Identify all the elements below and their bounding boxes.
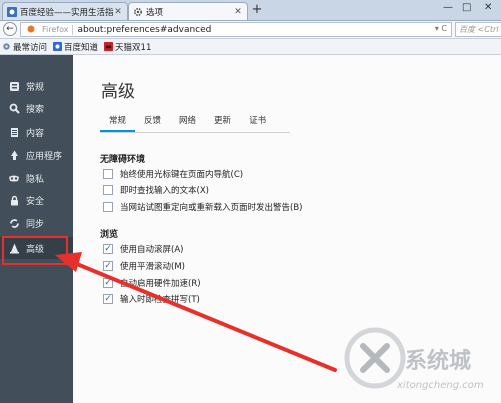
tab-close-icon[interactable]: ✕ xyxy=(233,7,243,17)
sidebar-item-security[interactable]: 安全 xyxy=(0,189,73,211)
checkbox-checked[interactable]: ✓ xyxy=(103,278,113,288)
url-prefix: Firefox xyxy=(42,25,69,34)
minimize-icon[interactable]: — xyxy=(443,2,453,13)
tab-close-icon[interactable]: ✕ xyxy=(113,7,123,17)
checkbox[interactable] xyxy=(103,185,113,195)
sidebar-item-label: 安全 xyxy=(26,196,45,207)
navigation-bar: ← Firefox about:preferences#advanced ▾ C… xyxy=(0,21,501,39)
tab-certificates[interactable]: 证书 xyxy=(240,111,275,132)
tab-general[interactable]: 常规 xyxy=(100,111,136,132)
url-text[interactable]: about:preferences#advanced xyxy=(77,25,211,35)
bookmark-label: 百度知道 xyxy=(64,42,99,53)
tab-feedback[interactable]: 反馈 xyxy=(135,111,170,132)
option-label: 自动启用硬件加速(R) xyxy=(120,279,201,289)
maximize-icon[interactable]: □ xyxy=(462,2,471,13)
tab-baidu-jingyan[interactable]: 百度经验——实用生活指南 ✕ xyxy=(2,2,128,20)
tab-update[interactable]: 更新 xyxy=(205,111,240,132)
checkbox-checked[interactable]: ✓ xyxy=(103,244,113,254)
option-label: 即时查找输入的文本(X) xyxy=(120,186,209,196)
tab-network[interactable]: 网络 xyxy=(170,111,205,132)
gear-icon xyxy=(3,43,10,50)
option-redirect-warning[interactable]: 当网站试图重定向或重新载入页面时发出警告(B) xyxy=(103,201,302,213)
back-button[interactable]: ← xyxy=(3,22,17,36)
bookmarks-toolbar: 最常访问 百度知道 天猫双11 xyxy=(0,39,501,55)
sidebar-item-label: 搜索 xyxy=(26,104,45,115)
option-spellcheck[interactable]: ✓ 输入时即检查拼写(T) xyxy=(103,293,200,305)
bookmark-label: 天猫双11 xyxy=(115,42,152,53)
firefox-identity-icon xyxy=(27,25,35,34)
tab-label: 选项 xyxy=(146,7,164,18)
bookmark-label: 最常访问 xyxy=(13,42,48,53)
sidebar-item-applications[interactable]: 应用程序 xyxy=(0,144,73,166)
bookmark-baidu-zhidao[interactable]: 百度知道 xyxy=(53,41,98,53)
sync-icon xyxy=(8,217,20,229)
watermark-text: 系统城 xyxy=(405,348,471,374)
reload-icon[interactable]: ▾ C xyxy=(435,24,447,33)
sidebar-item-content[interactable]: 内容 xyxy=(0,121,73,143)
option-hardware-acceleration[interactable]: ✓ 自动启用硬件加速(R) xyxy=(103,277,201,289)
url-separator xyxy=(72,24,74,35)
content-icon xyxy=(8,126,20,138)
close-window-icon[interactable]: ✕ xyxy=(484,2,492,13)
checkbox[interactable] xyxy=(103,169,113,179)
search-input[interactable]: 百度 <Ctrl xyxy=(455,22,501,37)
tmall-icon xyxy=(104,42,114,51)
option-cursor-navigation[interactable]: 始终使用光标键在页面内导航(C) xyxy=(103,168,243,180)
sidebar-item-label: 应用程序 xyxy=(26,151,63,162)
checkbox[interactable] xyxy=(103,202,113,212)
annotation-highlight-box xyxy=(2,236,68,265)
tab-label: 百度经验——实用生活指南 xyxy=(20,7,113,18)
option-label: 当网站试图重定向或重新载入页面时发出警告(B) xyxy=(120,203,303,213)
baidu-icon xyxy=(53,42,63,51)
watermark-logo: 系统城 xitongcheng.com xyxy=(344,327,484,391)
option-label: 使用平滑滚动(M) xyxy=(120,262,185,272)
sidebar-item-privacy[interactable]: 隐私 xyxy=(0,167,73,189)
watermark-domain: xitongcheng.com xyxy=(396,380,484,391)
sidebar-item-label: 常规 xyxy=(26,82,45,93)
sidebar-item-label: 隐私 xyxy=(26,174,45,185)
checkbox-checked[interactable]: ✓ xyxy=(103,294,113,304)
bookmark-most-visited[interactable]: 最常访问 xyxy=(2,41,47,53)
lock-icon xyxy=(8,194,20,206)
checkbox-checked[interactable]: ✓ xyxy=(103,261,113,271)
sidebar-item-search[interactable]: 搜索 xyxy=(0,97,73,119)
gear-icon xyxy=(133,7,143,17)
sidebar-item-label: 内容 xyxy=(26,128,45,139)
option-smooth-scrolling[interactable]: ✓ 使用平滑滚动(M) xyxy=(103,260,185,272)
new-tab-button[interactable]: + xyxy=(250,3,264,17)
option-autoscroll[interactable]: ✓ 使用自动滚屏(A) xyxy=(103,243,183,255)
browsing-section-title: 浏览 xyxy=(100,230,119,240)
sidebar-item-label: 同步 xyxy=(26,219,45,230)
option-label: 使用自动滚屏(A) xyxy=(120,245,184,255)
privacy-mask-icon xyxy=(8,172,20,184)
page-title: 高级 xyxy=(101,82,135,102)
baidu-favicon-icon xyxy=(7,6,17,17)
option-find-as-you-type[interactable]: 即时查找输入的文本(X) xyxy=(103,184,209,196)
tab-options[interactable]: 选项 ✕ xyxy=(128,2,248,20)
option-label: 始终使用光标键在页面内导航(C) xyxy=(120,170,244,180)
accessibility-section-title: 无障碍环境 xyxy=(100,155,146,165)
general-icon xyxy=(8,80,20,92)
option-label: 输入时即检查拼写(T) xyxy=(120,295,200,305)
url-bar[interactable]: Firefox about:preferences#advanced ▾ C xyxy=(20,22,452,37)
applications-icon xyxy=(8,149,20,161)
sidebar-item-general[interactable]: 常规 xyxy=(0,75,73,97)
tab-strip: 百度经验——实用生活指南 ✕ 选项 ✕ + — □ ✕ xyxy=(0,0,501,21)
sidebar-item-sync[interactable]: 同步 xyxy=(0,212,73,234)
preferences-sidebar: 常规 搜索 内容 应用程序 隐私 安全 同步 高级 xyxy=(0,55,73,403)
advanced-tabs: 常规 反馈 网络 更新 证书 xyxy=(100,111,290,133)
search-icon xyxy=(8,102,20,114)
bookmark-tmall[interactable]: 天猫双11 xyxy=(104,41,151,53)
